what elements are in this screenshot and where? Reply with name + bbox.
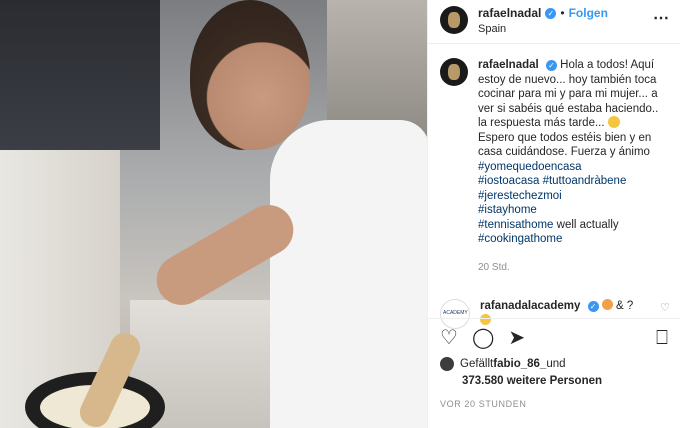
post-header: rafaelnadal ✓ • Folgen Spain ⋯ (428, 0, 680, 44)
cooking-emoji-icon (601, 299, 613, 310)
like-heart-icon[interactable]: ♡ (440, 328, 458, 348)
location-link[interactable]: Spain (478, 23, 653, 35)
likes-count-line[interactable]: 373.580 weitere Personen (462, 375, 668, 387)
likes-suffix: und (546, 358, 566, 370)
hashtag-cookingathome[interactable]: #cookingathome (478, 232, 670, 247)
caption-timestamp: 20 Std. (478, 261, 510, 273)
photo-cabinet (0, 0, 160, 150)
more-icon[interactable]: ⋯ (653, 8, 670, 28)
hashtag-jerestechezmoi[interactable]: #jerestechezmoi (478, 189, 670, 204)
verified-icon: ✓ (545, 7, 557, 19)
likes-count-suffix: weitere Personen (503, 375, 603, 387)
header-row: rafaelnadal ✓ • Folgen (478, 6, 653, 20)
photo-shelf (327, 0, 427, 140)
header-username[interactable]: rafaelnadal (478, 6, 541, 20)
post-sidebar: rafaelnadal ✓ • Folgen Spain ⋯ rafaelnad… (427, 0, 680, 428)
separator-dot: • (560, 6, 565, 20)
post-age: VOR 20 STUNDEN (440, 399, 527, 409)
avatar[interactable] (440, 6, 468, 34)
comment-username[interactable]: rafanadalacademy (480, 300, 580, 312)
follow-button[interactable]: Folgen (569, 6, 608, 20)
photo-shirt (270, 120, 427, 428)
smile-emoji-icon (607, 116, 620, 128)
likes-line: Gefällt fabio_86_ und (440, 357, 668, 371)
bookmark-icon[interactable]: ⎕ (656, 328, 668, 348)
liker-username[interactable]: fabio_86_ (493, 358, 546, 370)
post-footer: ♡ ◯ ➤ ⎕ Gefällt fabio_86_ und 373.580 we… (428, 318, 680, 409)
photo-head (190, 0, 310, 150)
likes-prefix: Gefällt (460, 358, 494, 370)
heart-small-icon[interactable]: ♡ (660, 301, 670, 314)
tennis-line: #tennisathome well actually (478, 218, 670, 233)
instagram-post: rafaelnadal ✓ • Folgen Spain ⋯ rafaelnad… (0, 0, 680, 428)
comment-text: & ? (615, 300, 634, 312)
comment-icon[interactable]: ◯ (472, 328, 494, 348)
hashtag-yomequedoencasa[interactable]: #yomequedoencasa (478, 160, 670, 175)
tennis-suffix: well actually (553, 218, 619, 231)
action-bar: ♡ ◯ ➤ ⎕ (440, 319, 668, 357)
caption-body: rafaelnadal ✓ Hola a todos! Aquí estoy d… (478, 58, 670, 275)
post-photo[interactable] (0, 0, 427, 428)
hashtag-istayhome[interactable]: #istayhome (478, 203, 670, 218)
caption-text-2: Espero que todos estéis bien y en casa c… (478, 131, 652, 159)
caption-avatar[interactable] (440, 58, 468, 86)
header-text: rafaelnadal ✓ • Folgen Spain (478, 6, 653, 35)
liker-avatar[interactable] (440, 357, 454, 371)
caption-username[interactable]: rafaelnadal (478, 59, 539, 71)
likes-count: 373.580 (462, 375, 504, 387)
caption: rafaelnadal ✓ Hola a todos! Aquí estoy d… (428, 44, 680, 275)
verified-icon: ✓ (545, 60, 557, 71)
hashtag-iostoacasa[interactable]: #iostoacasa #tuttoandràbene (478, 174, 670, 189)
verified-icon: ✓ (587, 301, 599, 312)
hashtag-tennisathome[interactable]: #tennisathome (478, 219, 553, 231)
share-icon[interactable]: ➤ (508, 328, 525, 348)
